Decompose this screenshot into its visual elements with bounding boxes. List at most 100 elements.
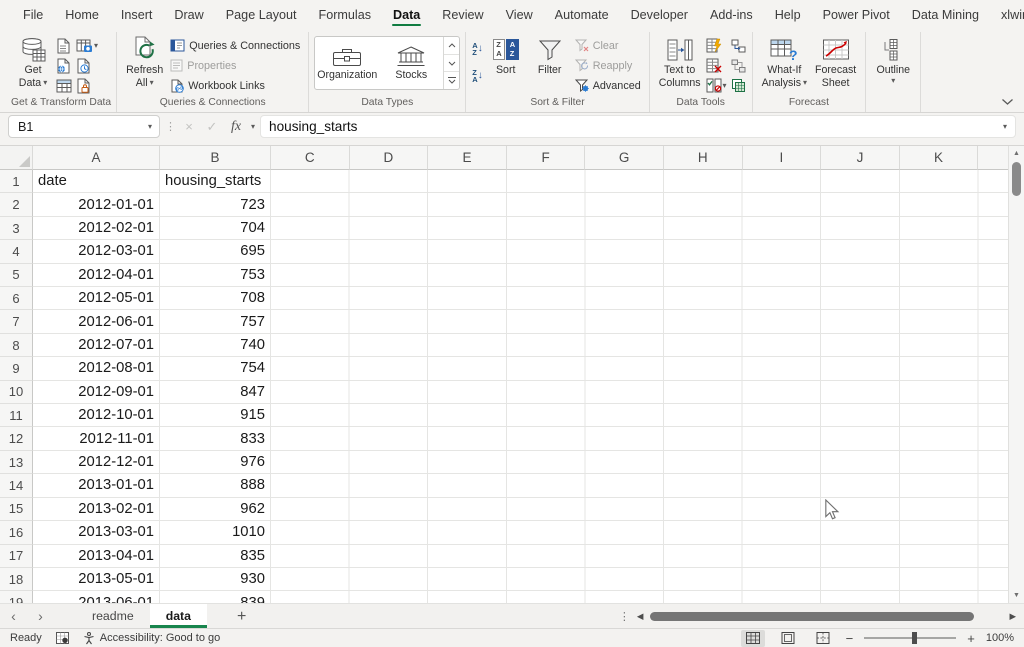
date-cell[interactable]: 2012-04-01 (33, 264, 160, 287)
from-text-csv-button[interactable] (55, 36, 73, 55)
expand-formula-bar-chevron[interactable]: ▾ (1003, 123, 1007, 131)
existing-connections-button[interactable] (75, 76, 99, 95)
column-header-a[interactable]: A (33, 146, 160, 170)
scroll-up-arrow[interactable]: ▲ (1013, 146, 1020, 161)
row-header[interactable]: 15 (0, 498, 33, 521)
row-header[interactable]: 9 (0, 357, 33, 380)
row-header[interactable]: 4 (0, 240, 33, 263)
value-cell[interactable]: 708 (160, 287, 271, 310)
menu-tab-power-pivot[interactable]: Power Pivot (812, 1, 901, 28)
row-header[interactable]: 17 (0, 545, 33, 568)
date-cell[interactable]: 2012-10-01 (33, 404, 160, 427)
from-table-range-button[interactable] (55, 76, 73, 95)
date-cell[interactable]: 2013-02-01 (33, 498, 160, 521)
value-cell[interactable]: 695 (160, 240, 271, 263)
zoom-out-button[interactable]: − (846, 631, 854, 646)
remove-duplicates-button[interactable] (705, 56, 728, 75)
value-cell[interactable]: 754 (160, 357, 271, 380)
data-type-organization[interactable]: Organization (315, 37, 379, 89)
recent-sources-button[interactable] (75, 56, 99, 75)
menu-tab-file[interactable]: File (12, 1, 54, 28)
workbook-links-button[interactable]: Workbook Links (167, 76, 303, 95)
column-header-i[interactable]: I (743, 146, 822, 170)
macro-record-button[interactable] (56, 632, 69, 644)
row-header[interactable]: 1 (0, 170, 33, 193)
insert-function-button[interactable]: fx (226, 119, 246, 135)
data-validation-button[interactable]: ▾ (705, 76, 728, 95)
empty-cells[interactable] (271, 474, 1008, 497)
scroll-down-arrow[interactable]: ▼ (1013, 588, 1020, 603)
what-if-analysis-button[interactable]: ? What-If Analysis▾ (758, 32, 811, 89)
menu-tab-data[interactable]: Data (382, 1, 431, 28)
outline-button[interactable]: Outline ▾ (871, 32, 915, 85)
empty-cells[interactable] (271, 334, 1008, 357)
date-cell[interactable]: 2012-01-01 (33, 193, 160, 216)
value-cell[interactable]: 847 (160, 381, 271, 404)
value-cell[interactable]: 839 (160, 591, 271, 603)
row-header[interactable]: 19 (0, 591, 33, 603)
consolidate-button[interactable] (730, 36, 747, 55)
date-cell[interactable]: 2012-02-01 (33, 217, 160, 240)
menu-tab-developer[interactable]: Developer (620, 1, 699, 28)
value-cell[interactable]: 704 (160, 217, 271, 240)
value-cell[interactable]: 915 (160, 404, 271, 427)
date-header-cell[interactable]: date (33, 170, 160, 193)
menu-tab-view[interactable]: View (495, 1, 544, 28)
empty-cells[interactable] (271, 427, 1008, 450)
date-cell[interactable]: 2013-04-01 (33, 545, 160, 568)
vertical-scrollbar[interactable]: ▲ ▼ (1008, 146, 1024, 603)
empty-cells[interactable] (271, 287, 1008, 310)
date-cell[interactable]: 2013-05-01 (33, 568, 160, 591)
normal-view-button[interactable] (741, 630, 765, 647)
menu-tab-help[interactable]: Help (764, 1, 812, 28)
empty-cells[interactable] (271, 545, 1008, 568)
select-all-corner[interactable] (0, 146, 33, 170)
collapse-ribbon-button[interactable] (1001, 98, 1014, 106)
formula-input[interactable]: housing_starts▾ (260, 115, 1016, 138)
row-header[interactable]: 6 (0, 287, 33, 310)
value-header-cell[interactable]: housing_starts (160, 170, 271, 193)
value-cell[interactable]: 962 (160, 498, 271, 521)
date-cell[interactable]: 2013-03-01 (33, 521, 160, 544)
date-cell[interactable]: 2013-01-01 (33, 474, 160, 497)
zoom-slider[interactable] (864, 637, 956, 639)
empty-cells[interactable] (271, 451, 1008, 474)
sheet-tab-readme[interactable]: readme (76, 604, 150, 628)
date-cell[interactable]: 2012-06-01 (33, 310, 160, 333)
add-sheet-button[interactable]: + (237, 604, 246, 629)
menu-tab-add-ins[interactable]: Add-ins (699, 1, 764, 28)
text-to-columns-button[interactable]: Text to Columns (655, 32, 705, 89)
column-header-b[interactable]: B (160, 146, 271, 170)
empty-cells[interactable] (271, 193, 1008, 216)
column-header-e[interactable]: E (428, 146, 507, 170)
queries-connections-button[interactable]: Queries & Connections (167, 36, 303, 55)
empty-cells[interactable] (271, 264, 1008, 287)
column-header-j[interactable]: J (821, 146, 900, 170)
value-cell[interactable]: 723 (160, 193, 271, 216)
date-cell[interactable]: 2012-07-01 (33, 334, 160, 357)
horizontal-scroll-track[interactable] (650, 612, 1002, 621)
value-cell[interactable]: 753 (160, 264, 271, 287)
flash-fill-button[interactable] (705, 36, 728, 55)
row-header[interactable]: 10 (0, 381, 33, 404)
date-cell[interactable]: 2012-12-01 (33, 451, 160, 474)
from-web-button[interactable] (55, 56, 73, 75)
empty-cells[interactable] (271, 521, 1008, 544)
value-cell[interactable]: 740 (160, 334, 271, 357)
prev-sheet-button[interactable]: ‹ (0, 604, 27, 629)
vertical-scroll-thumb[interactable] (1012, 162, 1021, 196)
row-header[interactable]: 16 (0, 521, 33, 544)
row-header[interactable]: 11 (0, 404, 33, 427)
empty-cells[interactable] (271, 357, 1008, 380)
manage-data-model-button[interactable] (730, 76, 747, 95)
from-picture-button[interactable]: ▾ (75, 36, 99, 55)
page-layout-view-button[interactable] (776, 630, 800, 647)
empty-cells[interactable] (271, 498, 1008, 521)
column-header-d[interactable]: D (350, 146, 429, 170)
empty-cells[interactable] (271, 310, 1008, 333)
zoom-in-button[interactable]: + (967, 631, 975, 646)
menu-tab-home[interactable]: Home (54, 1, 110, 28)
date-cell[interactable]: 2012-09-01 (33, 381, 160, 404)
zoom-level[interactable]: 100% (986, 632, 1014, 644)
row-header[interactable]: 12 (0, 427, 33, 450)
